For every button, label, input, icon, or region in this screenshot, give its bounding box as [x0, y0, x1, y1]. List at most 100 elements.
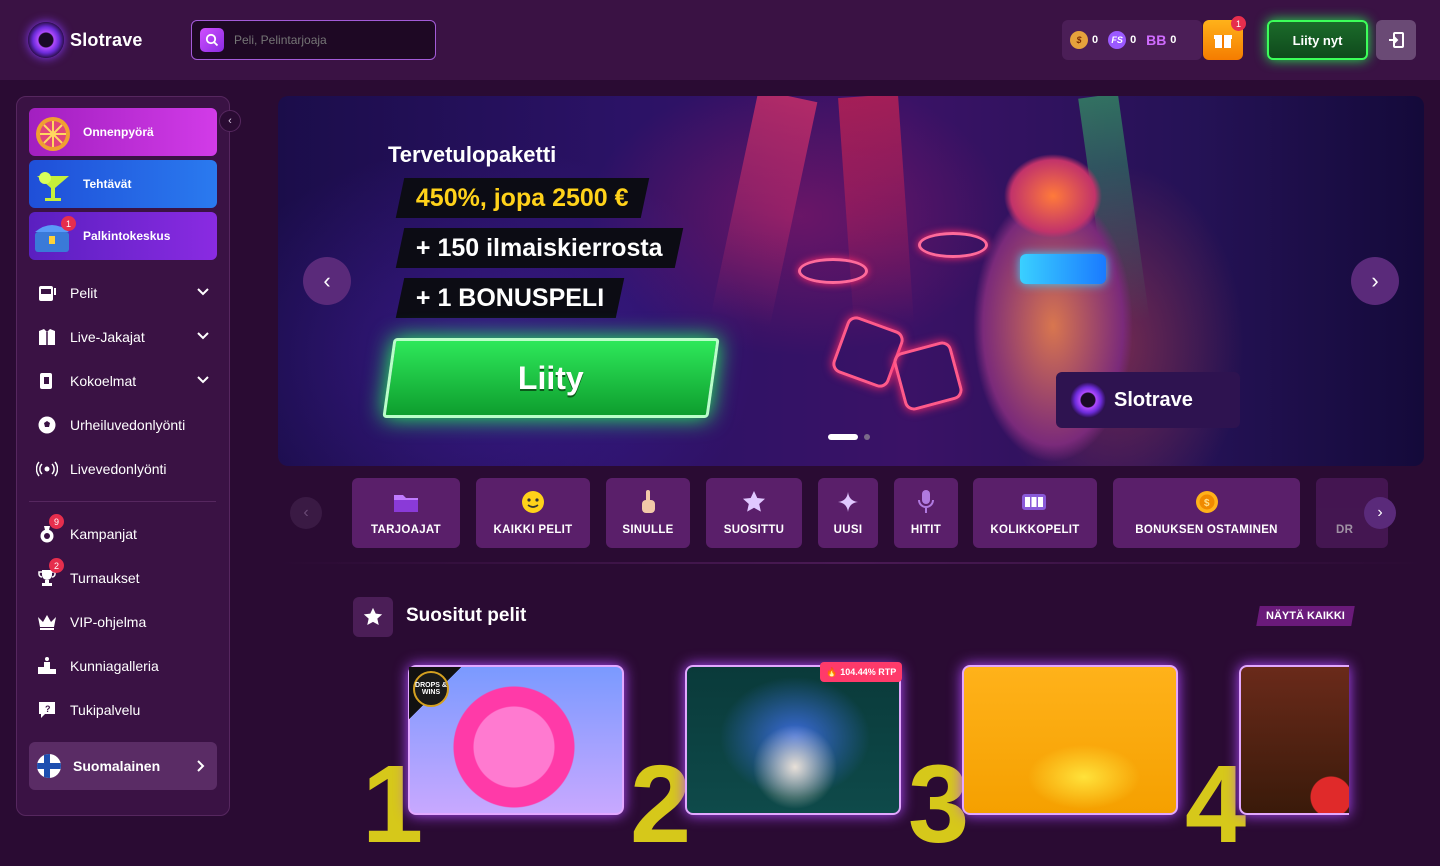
carousel-dot-active[interactable]: [828, 434, 858, 440]
brand-name: Slotrave: [70, 29, 143, 50]
gold-coin-icon: $: [1193, 488, 1221, 516]
sidebar-item-sports-betting[interactable]: Urheiluvedonlyönti: [36, 413, 196, 437]
rank-number: 4: [1185, 743, 1247, 866]
search-icon[interactable]: [200, 28, 224, 52]
hero-prev-button[interactable]: ‹: [303, 257, 351, 305]
sidebar-item-hall-of-fame[interactable]: Kunniagalleria: [36, 654, 216, 678]
hero-next-button[interactable]: ›: [1351, 257, 1399, 305]
collapse-sidebar-button[interactable]: ‹: [219, 110, 241, 132]
dealer-icon: [36, 326, 58, 348]
campaigns-badge: 9: [49, 514, 64, 529]
carousel-dot[interactable]: [864, 434, 870, 440]
dice-graphic: [829, 313, 907, 391]
hero-brand-badge: Slotrave: [1056, 372, 1240, 428]
game-card[interactable]: [685, 665, 901, 815]
sparkle-icon: [834, 488, 862, 516]
category-for-you[interactable]: SINULLE: [606, 478, 690, 548]
hero-banner[interactable]: Tervetulopaketti 450%, jopa 2500 € + 150…: [278, 96, 1424, 466]
bonus-balance-icon: BB: [1146, 32, 1167, 48]
cocktail-icon: [37, 172, 69, 201]
sidebar-item-campaigns[interactable]: Kampanjat: [36, 522, 216, 546]
soccer-ball-icon: [36, 414, 58, 436]
section-separator: [278, 562, 1424, 564]
smiley-icon: [519, 488, 547, 516]
gift-badge: 1: [1231, 16, 1246, 31]
category-popular[interactable]: SUOSITTU: [706, 478, 802, 548]
chevron-right-icon: ›: [1371, 268, 1379, 293]
category-all-games[interactable]: KAIKKI PELIT: [476, 478, 590, 548]
live-signal-icon: [36, 458, 58, 480]
free-spins-balance: FS 0: [1108, 31, 1136, 49]
bonus-balance: BB 0: [1146, 32, 1177, 48]
chevron-right-icon: [197, 760, 205, 772]
podium-icon: [36, 655, 58, 677]
hero-bonus-game-line: + 1 BONUSPELI: [395, 278, 625, 318]
sidebar-item-live-betting[interactable]: Livevedonlyönti: [36, 457, 216, 481]
sidebar-item-games[interactable]: Pelit: [36, 281, 216, 305]
wallet-balances[interactable]: $ 0 FS 0 BB 0: [1062, 20, 1202, 60]
pointing-hand-icon: [634, 488, 662, 516]
partial-icon: [1336, 488, 1364, 516]
category-slots[interactable]: KOLIKKOPELIT: [973, 478, 1097, 548]
section-title: Suositut pelit: [406, 605, 527, 626]
dj-sunglasses-graphic: [1020, 254, 1106, 284]
drops-wins-badge: DROPS & WINS: [409, 667, 461, 719]
svg-text:$: $: [1204, 498, 1210, 509]
chevron-left-icon: ‹: [228, 115, 232, 127]
star-icon: [740, 488, 768, 516]
category-next-button[interactable]: ›: [1364, 497, 1396, 529]
crown-icon: [36, 611, 58, 633]
category-bonus-buy[interactable]: $ BONUKSEN OSTAMINEN: [1113, 478, 1300, 548]
flame-icon: 🔥: [826, 666, 838, 677]
promo-tasks[interactable]: Tehtävät: [29, 160, 217, 208]
support-chat-icon: ?: [36, 699, 58, 721]
language-selector[interactable]: Suomalainen: [29, 742, 217, 790]
stage-light-beam: [710, 96, 818, 328]
hero-bonus-line: 450%, jopa 2500 €: [395, 178, 649, 218]
category-providers[interactable]: TARJOAJAT: [352, 478, 460, 548]
logo[interactable]: Slotrave: [28, 22, 143, 58]
sidebar-item-collections[interactable]: Kokoelmat: [36, 369, 216, 393]
wheel-of-fortune-icon: [36, 117, 70, 151]
hero-join-button[interactable]: Liity: [382, 338, 720, 418]
sidebar-item-vip[interactable]: VIP-ohjelma: [36, 610, 216, 634]
rank-number: 2: [630, 743, 692, 866]
category-new[interactable]: UUSI: [818, 478, 878, 548]
chevron-down-icon: [197, 332, 209, 340]
gift-icon: [1214, 35, 1232, 48]
chevron-left-icon: ‹: [303, 504, 309, 521]
sidebar-item-live-dealers[interactable]: Live-Jakajat: [36, 325, 216, 349]
hero-title: Tervetulopaketti: [388, 142, 557, 167]
stage-light-beam: [838, 96, 914, 328]
category-hits[interactable]: HITIT: [894, 478, 958, 548]
folder-icon: [392, 488, 420, 516]
carousel-dots[interactable]: [828, 434, 870, 440]
category-bar: ‹ TARJOAJAT KAIKKI PELIT SINULLE SUOSITT…: [278, 474, 1424, 554]
login-button[interactable]: [1376, 20, 1416, 60]
game-card[interactable]: [1239, 665, 1349, 815]
chevron-down-icon: [197, 376, 209, 384]
promo-wheel-of-fortune[interactable]: Onnenpyörä: [29, 108, 217, 156]
section-star-icon: [353, 597, 393, 637]
logo-disc-icon: [28, 22, 64, 58]
show-all-link[interactable]: NÄYTÄ KAIKKI: [1256, 606, 1355, 626]
game-card[interactable]: [962, 665, 1178, 815]
promo-rewards-center[interactable]: Palkintokeskus: [29, 212, 217, 260]
category-prev-button[interactable]: ‹: [290, 497, 322, 529]
chevron-down-icon: [197, 288, 209, 296]
logo-disc-icon: [1070, 382, 1106, 418]
search-box[interactable]: [191, 20, 436, 60]
search-input[interactable]: [234, 33, 424, 47]
sidebar-item-support[interactable]: ? Tukipalvelu: [36, 698, 216, 722]
slot-machine-icon: [36, 282, 58, 304]
chevron-right-icon: ›: [1377, 504, 1383, 521]
rank-number: 3: [908, 743, 970, 866]
tournaments-badge: 2: [49, 558, 64, 573]
chevron-left-icon: ‹: [323, 268, 331, 293]
sidebar-divider: [29, 501, 216, 502]
coin-balance: $ 0: [1070, 31, 1098, 49]
join-now-button[interactable]: Liity nyt: [1267, 20, 1368, 60]
free-spins-icon: FS: [1108, 31, 1127, 49]
rtp-badge: 🔥 104.44% RTP: [820, 662, 903, 682]
sidebar-item-tournaments[interactable]: Turnaukset: [36, 566, 216, 590]
